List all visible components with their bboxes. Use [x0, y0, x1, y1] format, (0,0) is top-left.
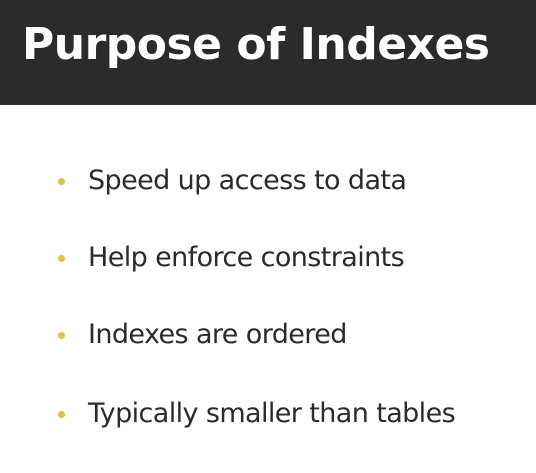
- bullet-dot-icon: [58, 254, 65, 262]
- bullet-text: Help enforce constraints: [88, 242, 405, 273]
- presentation-slide: Purpose of Indexes Speed up access to da…: [0, 0, 536, 473]
- bullet-item: Help enforce constraints: [58, 238, 528, 278]
- bullet-dot-icon: [58, 331, 65, 339]
- bullet-text: Indexes are ordered: [88, 319, 347, 350]
- bullet-item: Typically smaller than tables: [58, 394, 528, 434]
- bullet-item: Speed up access to data: [58, 161, 528, 201]
- bullet-dot-icon: [58, 177, 65, 185]
- bullet-text: Typically smaller than tables: [88, 398, 456, 429]
- bullet-text: Speed up access to data: [88, 165, 407, 196]
- bullet-item: Indexes are ordered: [58, 315, 528, 355]
- bullet-dot-icon: [58, 410, 65, 418]
- bullet-list: Speed up access to data Help enforce con…: [0, 0, 536, 473]
